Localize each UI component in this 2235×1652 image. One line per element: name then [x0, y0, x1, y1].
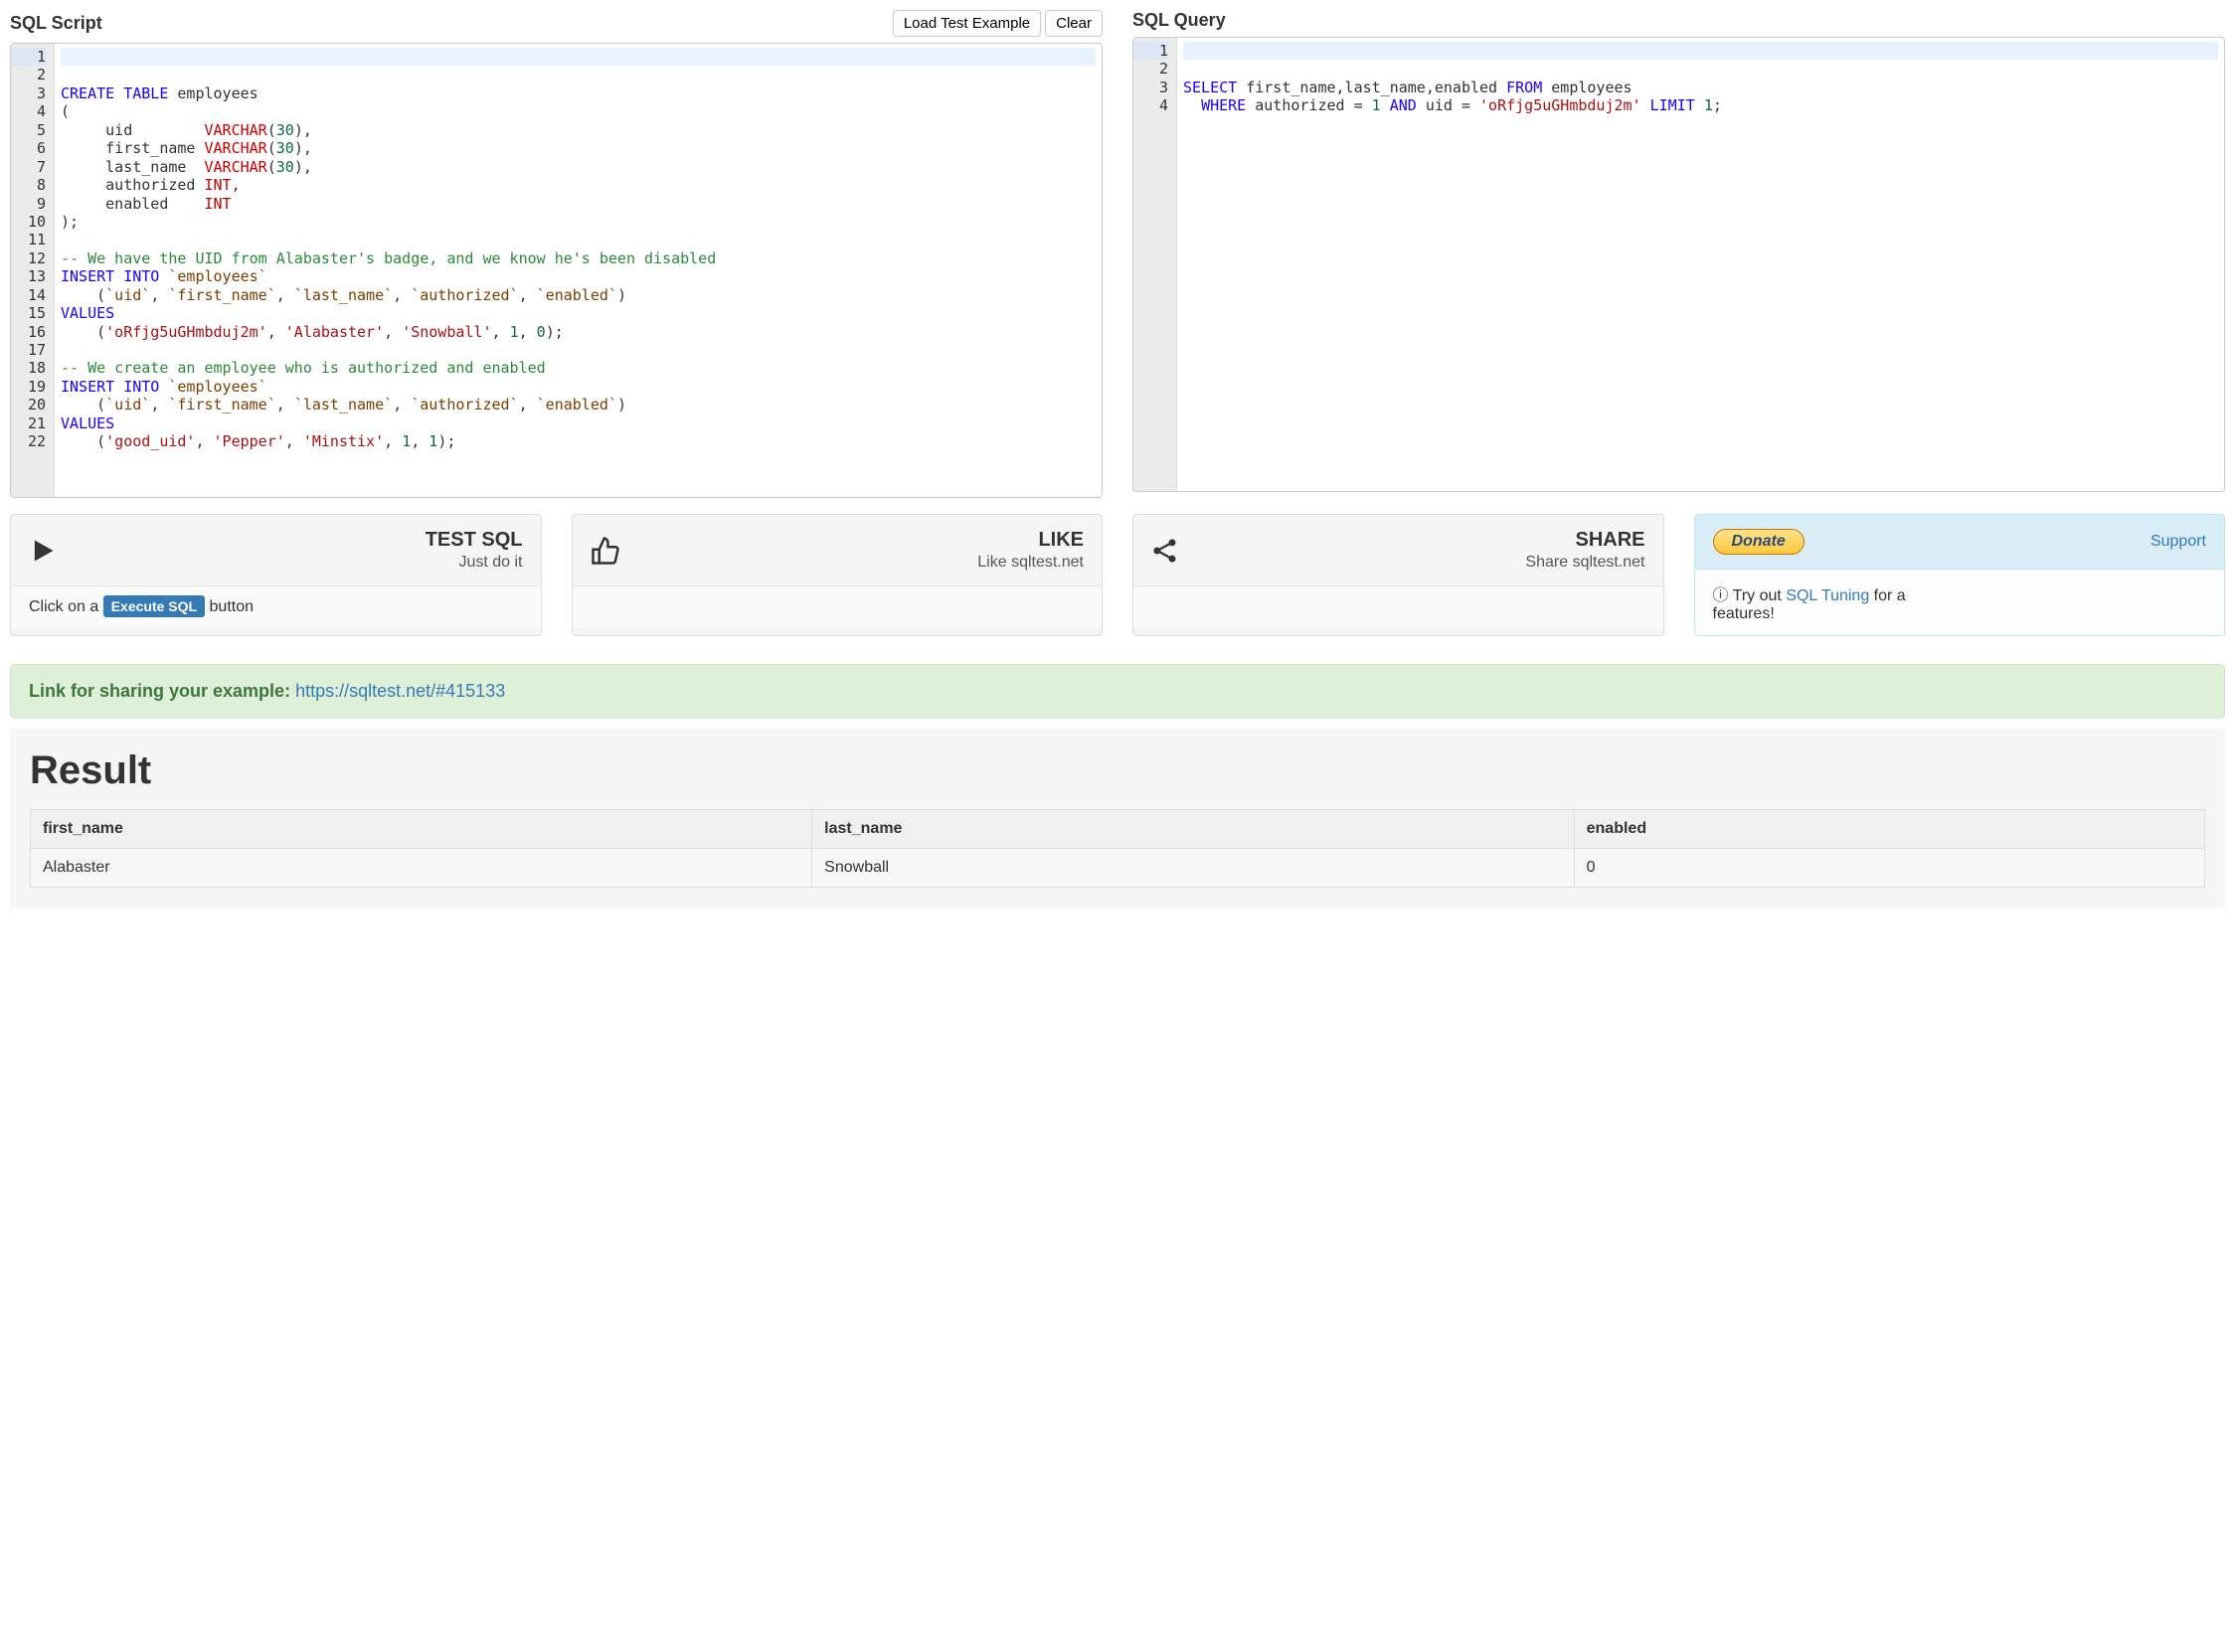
- sql-query-editor[interactable]: 1234 SELECT first_name,last_name,enabled…: [1132, 37, 2225, 492]
- sql-tuning-link[interactable]: SQL Tuning: [1786, 587, 1869, 604]
- like-sub: Like sqltest.net: [977, 554, 1084, 572]
- share-link-alert: Link for sharing your example: https://s…: [10, 664, 2225, 719]
- clear-button[interactable]: Clear: [1045, 10, 1103, 37]
- result-table: first_namelast_nameenabled AlabasterSnow…: [30, 809, 2205, 888]
- sql-query-title: SQL Query: [1132, 10, 1226, 31]
- load-example-button[interactable]: Load Test Example: [893, 10, 1041, 37]
- donate-foot: ⓘ Try out SQL Tuning for a features!: [1695, 570, 2225, 635]
- line-gutter: 12345678910111213141516171819202122: [11, 44, 55, 497]
- share-card[interactable]: SHARE Share sqltest.net: [1132, 514, 1664, 636]
- thumbs-up-icon: [591, 536, 620, 566]
- sql-script-editor[interactable]: 12345678910111213141516171819202122 CREA…: [10, 43, 1103, 498]
- share-foot: [1133, 586, 1663, 628]
- share-url[interactable]: https://sqltest.net/#415133: [295, 681, 505, 701]
- play-icon: [29, 537, 57, 565]
- result-section: Result first_namelast_nameenabled Alabas…: [10, 729, 2225, 908]
- support-link[interactable]: Support: [2150, 533, 2206, 551]
- result-header: last_name: [812, 810, 1574, 849]
- result-cell: 0: [1574, 849, 2204, 888]
- like-foot: [573, 586, 1103, 628]
- execute-sql-badge[interactable]: Execute SQL: [103, 595, 205, 617]
- donate-card: Donate Support ⓘ Try out SQL Tuning for …: [1694, 514, 2226, 636]
- result-header: enabled: [1574, 810, 2204, 849]
- code-area[interactable]: SELECT first_name,last_name,enabled FROM…: [1177, 38, 2224, 491]
- test-sql-sub: Just do it: [426, 554, 523, 572]
- test-sql-foot: Click on a Execute SQL button: [11, 586, 541, 628]
- sql-script-panel: SQL Script Load Test Example Clear 12345…: [10, 10, 1103, 498]
- share-icon: [1151, 537, 1179, 565]
- result-title: Result: [30, 748, 2205, 793]
- sql-query-panel: SQL Query 1234 SELECT first_name,last_na…: [1132, 10, 2225, 498]
- result-cell: Alabaster: [31, 849, 812, 888]
- table-row: AlabasterSnowball0: [31, 849, 2205, 888]
- info-icon: ⓘ: [1713, 587, 1733, 604]
- donate-button[interactable]: Donate: [1713, 529, 1805, 555]
- like-title: LIKE: [977, 529, 1084, 552]
- share-sub: Share sqltest.net: [1525, 554, 1644, 572]
- share-title: SHARE: [1525, 529, 1644, 552]
- result-header: first_name: [31, 810, 812, 849]
- line-gutter: 1234: [1133, 38, 1177, 491]
- test-sql-card[interactable]: TEST SQL Just do it Click on a Execute S…: [10, 514, 542, 636]
- test-sql-title: TEST SQL: [426, 529, 523, 552]
- like-card[interactable]: LIKE Like sqltest.net: [572, 514, 1104, 636]
- code-area[interactable]: CREATE TABLE employees( uid VARCHAR(30),…: [55, 44, 1102, 497]
- result-cell: Snowball: [812, 849, 1574, 888]
- sql-script-title: SQL Script: [10, 13, 102, 34]
